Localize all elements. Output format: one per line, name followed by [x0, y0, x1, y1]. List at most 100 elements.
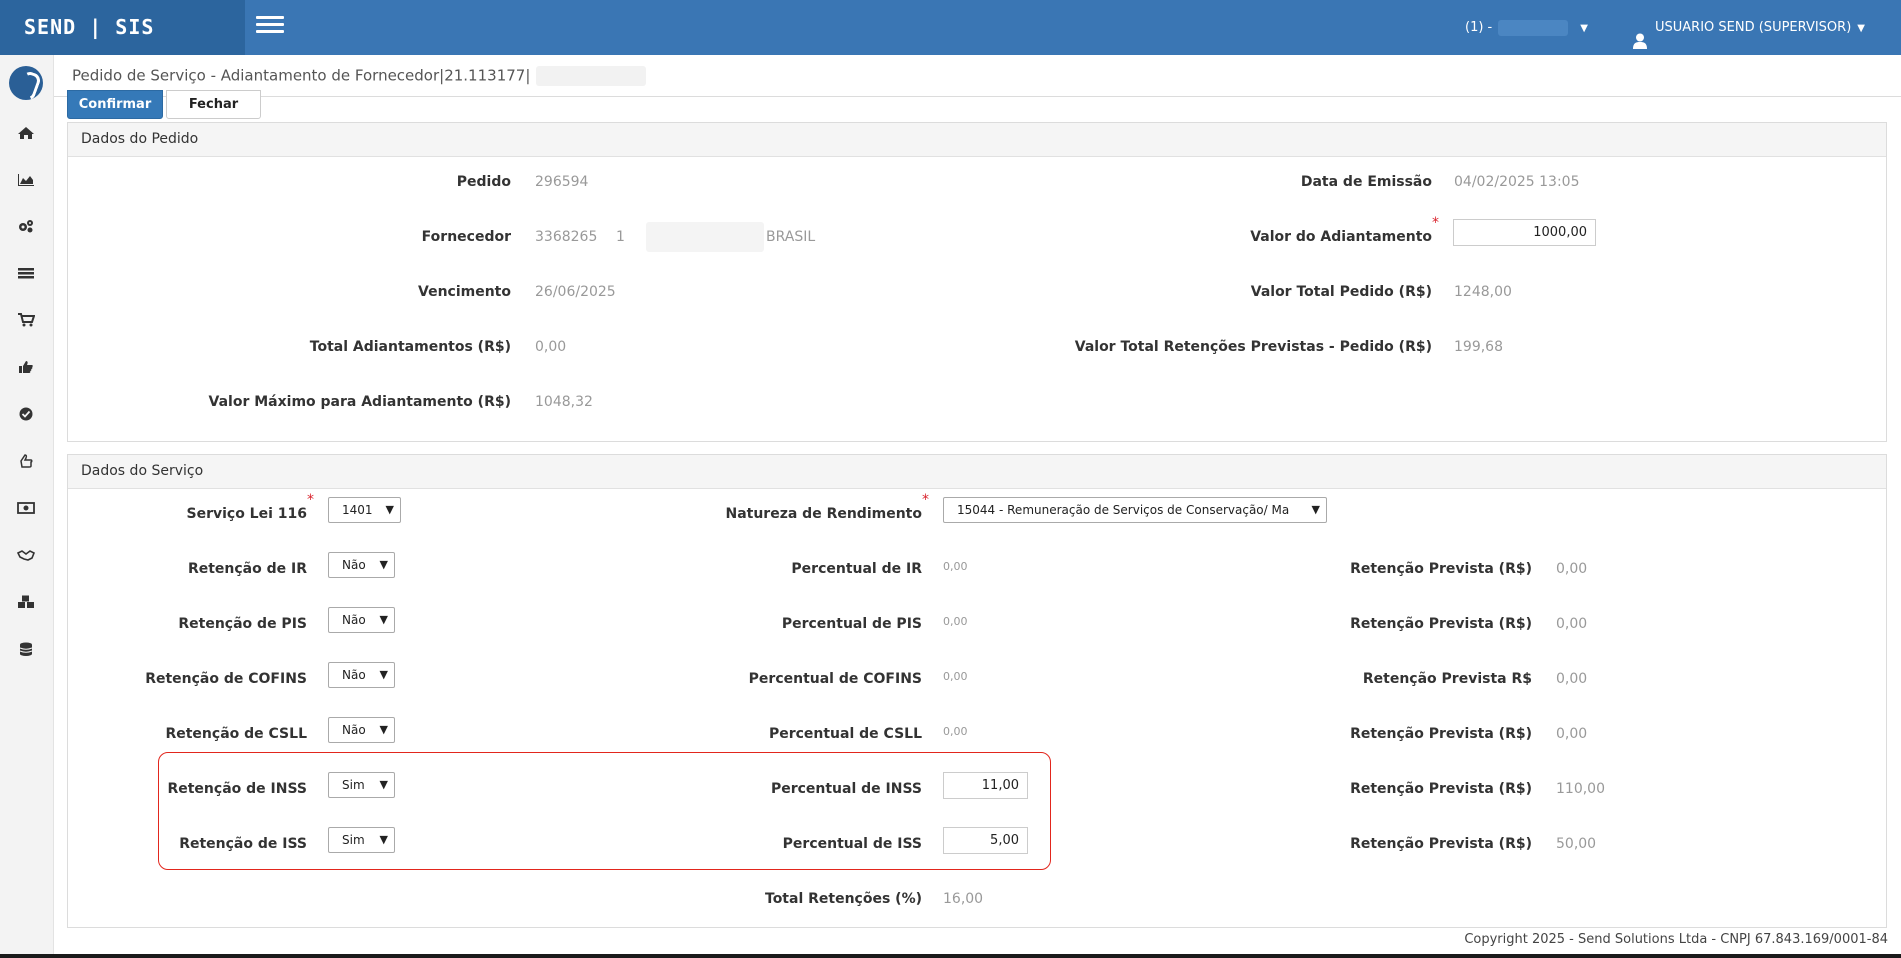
csll-retention-select[interactable]: Não ▼ — [328, 717, 395, 743]
chevron-down-icon: ▼ — [379, 668, 388, 681]
supplier-label: Fornecedor — [421, 229, 511, 245]
ir-percent-value: 0,00 — [943, 560, 968, 573]
chevron-down-icon: ▼ — [1580, 23, 1588, 34]
service-law-label: Serviço Lei 116 — [186, 506, 307, 522]
hand-icon[interactable] — [17, 453, 35, 468]
panel-title: Dados do Serviço — [68, 455, 1886, 489]
csll-retention-value: Não — [342, 723, 366, 737]
ir-expected-value: 0,00 — [1556, 561, 1588, 577]
required-indicator: * — [1432, 215, 1439, 231]
inss-expected-label: Retenção Prevista (R$) — [1350, 781, 1532, 797]
money-icon[interactable] — [17, 500, 35, 514]
due-date-label: Vencimento — [418, 284, 511, 300]
copyright-footer: Copyright 2025 - Send Solutions Ltda - C… — [1464, 932, 1888, 947]
supplier-code: 3368265 — [535, 229, 598, 245]
list-icon[interactable] — [17, 265, 35, 279]
user-icon — [1633, 18, 1647, 49]
iss-expected-label: Retenção Prevista (R$) — [1350, 836, 1532, 852]
csll-percent-label: Percentual de CSLL — [768, 726, 922, 742]
order-total-label: Valor Total Pedido (R$) — [1250, 284, 1432, 300]
csll-expected-label: Retenção Prevista (R$) — [1350, 726, 1532, 742]
issue-date-label: Data de Emissão — [1300, 174, 1432, 190]
environment-selector[interactable]: (1) - ▼ — [1465, 0, 1588, 55]
thumbs-up-icon[interactable] — [17, 359, 35, 373]
supplier-number: 1 — [616, 229, 625, 245]
csll-retention-label: Retenção de CSLL — [165, 726, 307, 742]
breadcrumb-text: Pedido de Serviço - Adiantamento de Forn… — [72, 66, 531, 85]
environment-name — [1498, 19, 1569, 36]
cubes-icon[interactable] — [17, 594, 35, 608]
pis-percent-label: Percentual de PIS — [781, 616, 922, 632]
panel-title: Dados do Pedido — [68, 123, 1886, 157]
advance-amount-label: Valor do Adiantamento — [1250, 229, 1432, 245]
user-name: USUARIO SEND (SUPERVISOR) — [1655, 20, 1852, 35]
chevron-down-icon: ▼ — [379, 558, 388, 571]
cofins-percent-label: Percentual de COFINS — [748, 671, 922, 687]
ir-expected-label: Retenção Prevista (R$) — [1350, 561, 1532, 577]
cogs-icon[interactable] — [17, 218, 35, 233]
order-value: 296594 — [535, 174, 589, 190]
cofins-expected-value: 0,00 — [1556, 671, 1588, 687]
total-advances-value: 0,00 — [535, 339, 567, 355]
pis-retention-value: Não — [342, 613, 366, 627]
ir-retention-select[interactable]: Não ▼ — [328, 552, 395, 578]
database-icon[interactable] — [17, 641, 35, 656]
csll-percent-value: 0,00 — [943, 725, 968, 738]
income-nature-select[interactable]: 15044 - Remuneração de Serviços de Conse… — [943, 497, 1327, 523]
max-advance-label: Valor Máximo para Adiantamento (R$) — [208, 394, 511, 410]
income-nature-label: Natureza de Rendimento — [725, 506, 922, 522]
total-retentions-value: 199,68 — [1454, 339, 1503, 355]
total-advances-label: Total Adiantamentos (R$) — [309, 339, 511, 355]
due-date-value: 26/06/2025 — [535, 284, 616, 300]
chevron-down-icon: ▼ — [1307, 498, 1320, 522]
supplier-name-redacted — [646, 222, 764, 252]
order-total-value: 1248,00 — [1454, 284, 1512, 300]
cofins-retention-value: Não — [342, 668, 366, 682]
handshake-icon[interactable] — [16, 547, 36, 561]
inss-expected-value: 110,00 — [1556, 781, 1605, 797]
sidebar — [0, 55, 54, 958]
close-button[interactable]: Fechar — [166, 90, 261, 119]
total-retentions-label: Valor Total Retenções Previstas - Pedido… — [1074, 339, 1432, 355]
top-navbar: SEND | SIS (1) - ▼ USUARIO SEND (SUPERVIS… — [0, 0, 1901, 55]
chevron-down-icon: ▼ — [385, 503, 394, 516]
pis-retention-label: Retenção de PIS — [178, 616, 307, 632]
menu-toggle-icon[interactable] — [256, 16, 284, 38]
order-label: Pedido — [456, 174, 511, 190]
user-menu[interactable]: USUARIO SEND (SUPERVISOR) ▼ — [1633, 0, 1865, 55]
service-law-value: 1401 — [342, 503, 373, 517]
highlight-annotation — [158, 752, 1051, 870]
required-indicator: * — [922, 492, 929, 508]
advance-amount-input[interactable]: 1000,00 — [1453, 219, 1596, 246]
required-indicator: * — [307, 492, 314, 508]
pis-retention-select[interactable]: Não ▼ — [328, 607, 395, 633]
iss-expected-value: 50,00 — [1556, 836, 1597, 852]
income-nature-value: 15044 - Remuneração de Serviços de Conse… — [957, 503, 1290, 517]
cofins-percent-value: 0,00 — [943, 670, 968, 683]
cart-icon[interactable] — [17, 312, 36, 327]
max-advance-value: 1048,32 — [535, 394, 593, 410]
csll-expected-value: 0,00 — [1556, 726, 1588, 742]
total-retentions-percent-label: Total Retenções (%) — [765, 891, 922, 907]
company-logo[interactable] — [9, 66, 43, 100]
pis-expected-value: 0,00 — [1556, 616, 1588, 632]
cofins-retention-select[interactable]: Não ▼ — [328, 662, 395, 688]
ir-retention-value: Não — [342, 558, 366, 572]
ir-percent-label: Percentual de IR — [791, 561, 922, 577]
total-retentions-percent-value: 16,00 — [943, 891, 984, 907]
check-circle-icon[interactable] — [17, 406, 35, 421]
app-brand[interactable]: SEND | SIS — [0, 0, 245, 55]
home-icon[interactable] — [17, 125, 35, 139]
issue-date-value: 04/02/2025 13:05 — [1454, 174, 1580, 190]
bottom-edge — [0, 954, 1901, 958]
ir-retention-label: Retenção de IR — [187, 561, 307, 577]
page-title: Pedido de Serviço - Adiantamento de Forn… — [72, 66, 647, 86]
confirm-button[interactable]: Confirmar — [67, 90, 163, 119]
service-law-select[interactable]: 1401 ▼ — [328, 497, 401, 523]
environment-label: (1) - — [1465, 20, 1493, 35]
chevron-down-icon: ▼ — [1857, 23, 1865, 34]
pis-percent-value: 0,00 — [943, 615, 968, 628]
chart-icon[interactable] — [17, 172, 35, 186]
cofins-retention-label: Retenção de COFINS — [145, 671, 307, 687]
supplier-country: BRASIL — [766, 229, 816, 245]
